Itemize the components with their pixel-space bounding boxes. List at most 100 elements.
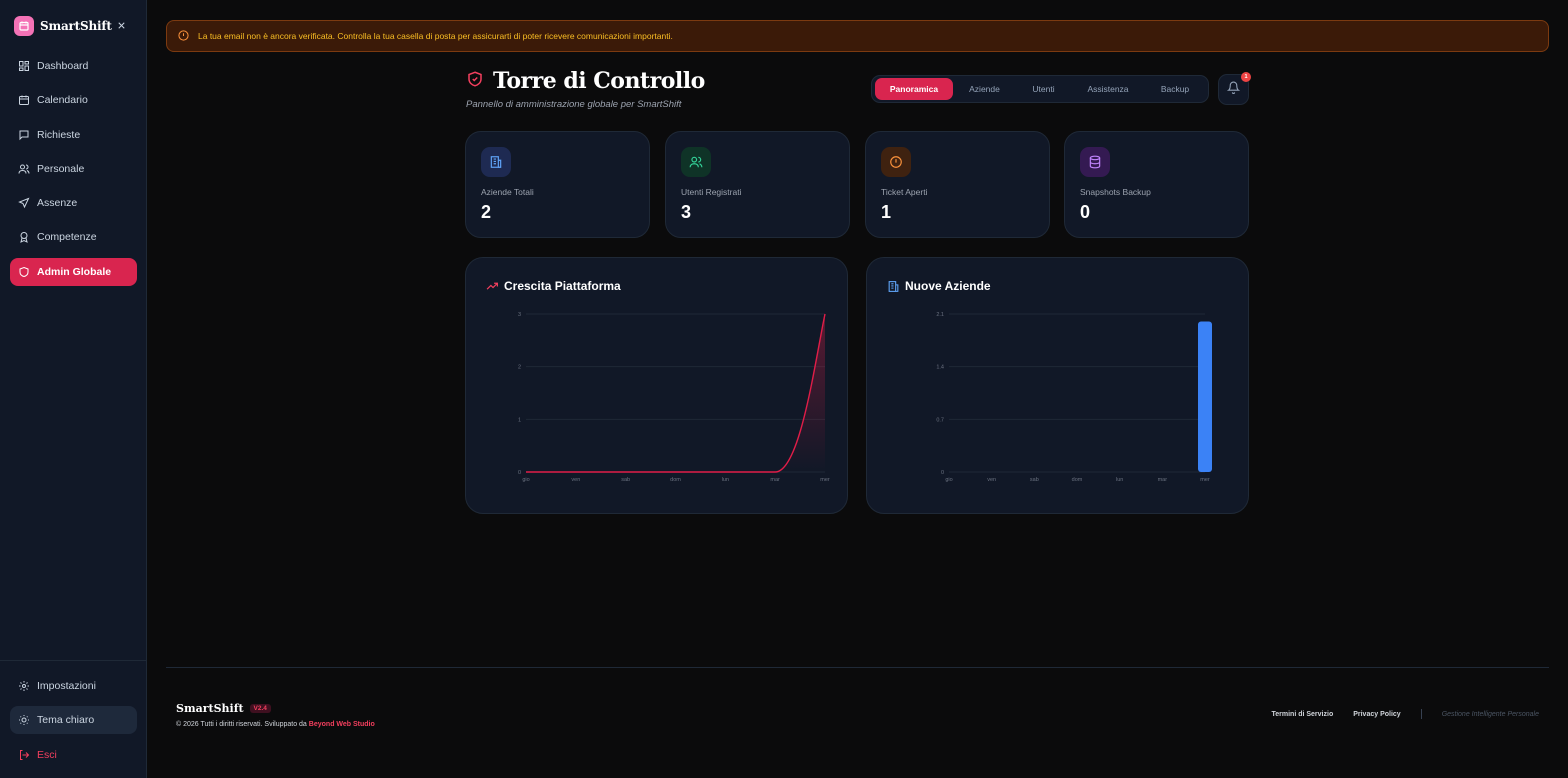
page-subtitle: Pannello di amministrazione globale per …: [466, 99, 682, 110]
chart-card-crescita: Crescita Piattaforma 0 1 2 3 gio ven sab dom lun…: [465, 257, 848, 514]
stat-value: 3: [681, 202, 692, 222]
sidebar-item-calendario[interactable]: Calendario: [10, 86, 137, 114]
sidebar: SmartShift Dashboard Calendario Richiest…: [0, 0, 147, 778]
stat-value: 2: [481, 202, 492, 222]
stat-label: Aziende Totali: [481, 187, 534, 197]
database-icon: [1080, 147, 1110, 177]
sidebar-item-assenze[interactable]: Assenze: [10, 189, 137, 217]
notification-badge: 1: [1241, 72, 1251, 82]
area-chart: 0 1 2 3 gio ven sab dom lun mar mer: [518, 312, 830, 483]
y-tick-label: 1.4: [936, 365, 944, 371]
building-icon: [481, 147, 511, 177]
y-tick-label: 2.1: [936, 312, 944, 318]
tab-aziende[interactable]: Aziende: [953, 78, 1016, 100]
stat-label: Utenti Registrati: [681, 187, 742, 197]
alert-circle-icon: [881, 147, 911, 177]
alert-circle-icon: [178, 30, 190, 42]
tab-panoramica[interactable]: Panoramica: [875, 78, 953, 100]
calendar-logo-icon: [14, 16, 34, 36]
sidebar-item-label: Impostazioni: [37, 680, 96, 692]
studio-link[interactable]: Beyond Web Studio: [309, 721, 375, 728]
series-line: [526, 313, 826, 473]
sidebar-item-label: Richieste: [37, 128, 81, 141]
plane-icon: [17, 197, 30, 210]
x-tick-label: mar: [770, 477, 780, 483]
logout-button[interactable]: Esci: [10, 741, 137, 769]
x-tick-label: sab: [621, 477, 630, 483]
sidebar-item-label: Assenze: [37, 197, 78, 210]
stat-card-utenti: Utenti Registrati 3: [665, 131, 850, 238]
sidebar-item-admin-globale[interactable]: Admin Globale: [10, 257, 137, 286]
x-tick-label: ven: [571, 477, 580, 483]
brand-name: SmartShift: [40, 19, 112, 33]
users-icon: [17, 162, 30, 175]
stat-card-backup: Snapshots Backup 0: [1064, 131, 1249, 238]
x-tick-label: dom: [670, 477, 681, 483]
stat-card-aziende: Aziende Totali 2: [465, 131, 650, 238]
x-tick-label: lun: [722, 477, 729, 483]
terms-link[interactable]: Termini di Servizio: [1272, 711, 1334, 718]
x-tick-label: dom: [1072, 477, 1083, 483]
y-tick-label: 1: [518, 417, 521, 423]
x-tick-label: mer: [820, 477, 830, 483]
privacy-link[interactable]: Privacy Policy: [1353, 711, 1400, 718]
tab-bar: Panoramica Aziende Utenti Assistenza Bac…: [871, 75, 1209, 103]
y-tick-label: 2: [518, 365, 521, 371]
x-tick-label: mar: [1158, 477, 1168, 483]
bell-icon: [1226, 81, 1241, 99]
sidebar-item-label: Admin Globale: [37, 265, 112, 278]
version-badge: V2.4: [249, 704, 271, 713]
copyright-text: © 2026 Tutti i diritti riservati. Svilup…: [176, 721, 307, 728]
gear-icon: [17, 680, 30, 693]
sidebar-item-label: Competenze: [37, 231, 97, 244]
sidebar-item-label: Personale: [37, 162, 85, 175]
sidebar-item-label: Tema chiaro: [37, 714, 95, 726]
message-icon: [17, 128, 30, 141]
sidebar-item-impostazioni[interactable]: Impostazioni: [10, 672, 137, 700]
y-tick-label: 3: [518, 312, 521, 318]
page-title-text: Torre di Controllo: [493, 68, 705, 94]
grid-icon: [17, 60, 30, 73]
y-tick-label: 0.7: [936, 417, 944, 423]
footer-copyright: © 2026 Tutti i diritti riservati. Svilup…: [176, 721, 375, 728]
footer-tagline: Gestione Intelligente Personale: [1441, 710, 1539, 718]
footer-brand-name: SmartShift: [176, 702, 244, 715]
area-fill: [526, 314, 825, 472]
sidebar-item-label: Esci: [37, 749, 57, 761]
shield-icon: [17, 265, 30, 278]
sidebar-item-personale[interactable]: Personale: [10, 155, 137, 183]
bar-chart: 0 0.7 1.4 2.1 gio ven sab dom lun mar mer: [936, 312, 1212, 483]
footer-links: Termini di Servizio Privacy Policy Gesti…: [1252, 709, 1539, 719]
x-tick-label: gio: [945, 477, 952, 483]
tab-assistenza[interactable]: Assistenza: [1071, 78, 1145, 100]
x-tick-label: lun: [1116, 477, 1123, 483]
theme-toggle-button[interactable]: Tema chiaro: [10, 706, 137, 734]
stat-value: 1: [881, 202, 892, 222]
chart-card-nuove-aziende: Nuove Aziende 0 0.7 1.4 2.1 gio ven sab dom lun m…: [866, 257, 1249, 514]
sidebar-item-label: Dashboard: [37, 60, 89, 72]
sidebar-item-competenze[interactable]: Competenze: [10, 223, 137, 251]
stat-label: Ticket Aperti: [881, 187, 928, 197]
tab-utenti[interactable]: Utenti: [1016, 78, 1071, 100]
footer-brand: SmartShift V2.4: [176, 702, 271, 715]
logout-icon: [17, 749, 30, 762]
footer-divider: [1420, 709, 1422, 719]
sidebar-item-label: Calendario: [37, 94, 88, 107]
brand[interactable]: SmartShift: [14, 15, 112, 37]
bar: [1198, 321, 1212, 472]
close-icon[interactable]: [113, 17, 129, 33]
x-tick-label: ven: [987, 477, 996, 483]
alert-text: La tua email non è ancora verificata. Co…: [198, 31, 673, 41]
stat-label: Snapshots Backup: [1080, 187, 1151, 197]
sidebar-item-dashboard[interactable]: Dashboard: [10, 52, 137, 80]
award-icon: [17, 231, 30, 244]
y-tick-label: 0: [941, 470, 944, 476]
sidebar-item-richieste[interactable]: Richieste: [10, 121, 137, 149]
page-title: Torre di Controllo: [466, 68, 705, 94]
app: SmartShift Dashboard Calendario Richiest…: [0, 0, 1568, 778]
notifications-button[interactable]: 1: [1218, 72, 1251, 105]
calendar-icon: [17, 94, 30, 107]
sun-icon: [17, 714, 30, 727]
tab-backup[interactable]: Backup: [1145, 78, 1205, 100]
sidebar-bottom: Impostazioni Tema chiaro Esci: [0, 660, 147, 761]
